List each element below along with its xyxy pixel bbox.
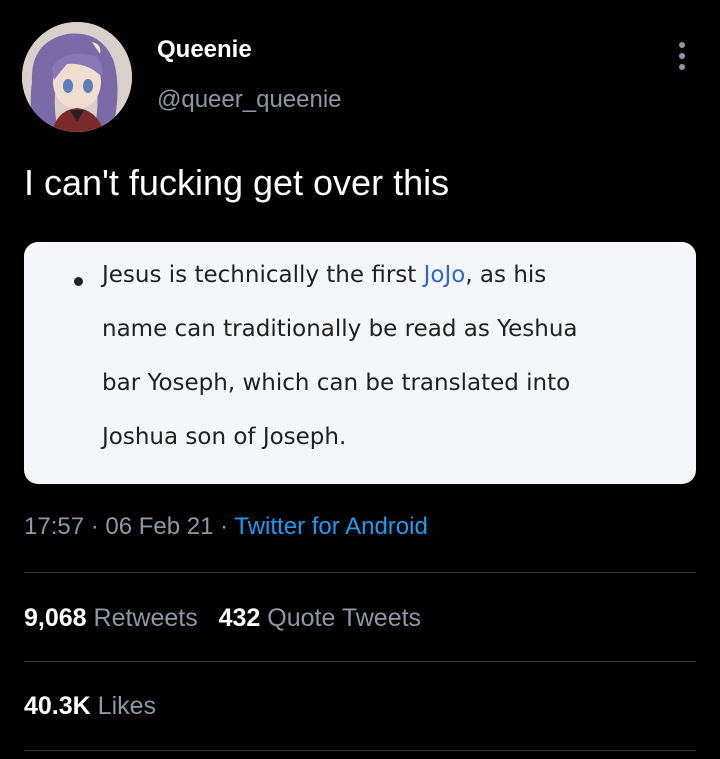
display-name[interactable]: Queenie xyxy=(157,36,252,64)
quote-tweets-count: 432 xyxy=(218,604,261,632)
tweet-header: Queenie @queer_queenie xyxy=(0,0,720,140)
divider xyxy=(24,572,696,573)
quote-tweets-label: Quote Tweets xyxy=(267,604,422,632)
likes-stats-row: 40.3K Likes xyxy=(24,692,156,721)
separator: · xyxy=(84,513,106,540)
bullet-point xyxy=(74,277,83,286)
jojo-link[interactable]: JoJo xyxy=(424,262,466,288)
anime-avatar-icon xyxy=(22,22,132,132)
separator: · xyxy=(213,513,235,540)
quote-line-1: Jesus is technically the first JoJo, as … xyxy=(102,262,546,288)
quote-text: Jesus is technically the first xyxy=(102,262,424,288)
quote-tweets-stat[interactable]: 432 Quote Tweets xyxy=(219,604,421,632)
quote-line-4: Joshua son of Joseph. xyxy=(102,424,347,450)
quote-line-2: name can traditionally be read as Yeshua xyxy=(102,316,578,342)
tweet-metadata: 17:57 · 06 Feb 21 · Twitter for Android xyxy=(24,513,428,541)
divider xyxy=(24,750,696,751)
quote-text: , as his xyxy=(465,262,547,288)
tweet-time[interactable]: 17:57 xyxy=(24,513,84,540)
quoted-screenshot-card: Jesus is technically the first JoJo, as … xyxy=(24,242,696,484)
likes-count: 40.3K xyxy=(24,692,91,720)
retweets-stat[interactable]: 9,068 Retweets xyxy=(24,604,198,632)
avatar[interactable] xyxy=(22,22,132,132)
divider xyxy=(24,661,696,662)
user-handle[interactable]: @queer_queenie xyxy=(157,86,342,114)
tweet-date[interactable]: 06 Feb 21 xyxy=(105,513,213,540)
tweet-source-link[interactable]: Twitter for Android xyxy=(234,513,427,540)
retweets-count: 9,068 xyxy=(24,604,87,632)
tweet-text: I can't fucking get over this xyxy=(24,162,450,203)
likes-stat[interactable]: 40.3K Likes xyxy=(24,692,156,720)
more-options-button[interactable] xyxy=(664,38,700,74)
likes-label: Likes xyxy=(97,692,157,720)
engagement-stats-row: 9,068 Retweets 432 Quote Tweets xyxy=(24,604,421,633)
more-vertical-icon xyxy=(679,42,685,70)
retweets-label: Retweets xyxy=(93,604,198,632)
quote-line-3: bar Yoseph, which can be translated into xyxy=(102,370,571,396)
